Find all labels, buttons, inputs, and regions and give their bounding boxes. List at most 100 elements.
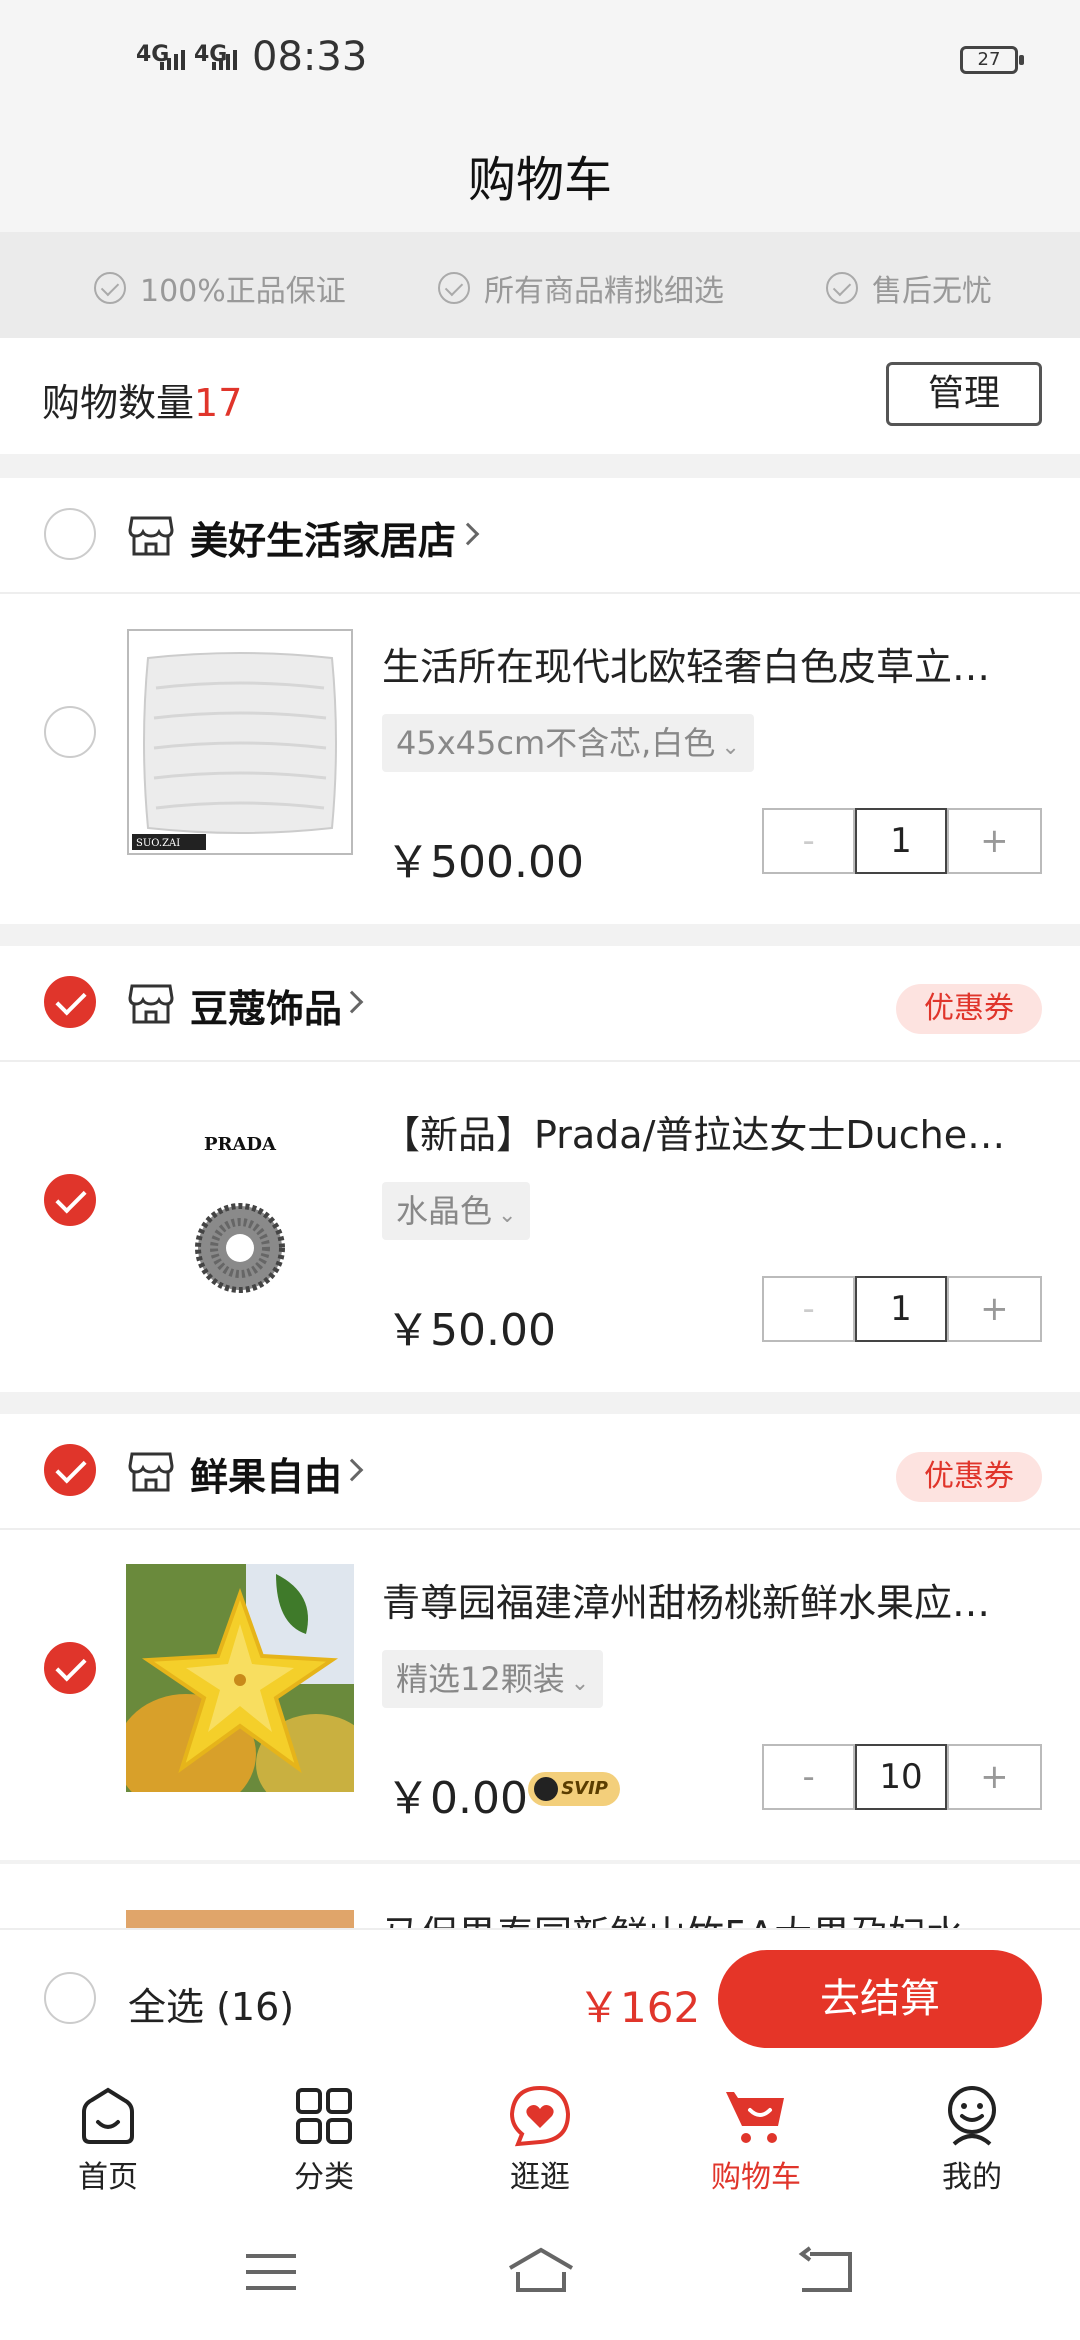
starfruit-image xyxy=(126,1564,354,1792)
guarantee-text: 所有商品精挑细选 xyxy=(484,274,724,309)
coupon-button[interactable]: 优惠券 xyxy=(896,984,1042,1034)
item-select-checkbox[interactable] xyxy=(44,1174,96,1226)
battery-icon: 27 xyxy=(960,46,1024,74)
store-select-checkbox[interactable] xyxy=(44,1444,96,1496)
total-price: ￥162 xyxy=(578,1983,701,2032)
decrease-button[interactable]: - xyxy=(764,810,856,872)
chevron-down-icon: ⌄ xyxy=(498,1203,517,1228)
guarantee-item: 售后无忧 xyxy=(826,266,992,310)
store-card: 鲜果自由 优惠券 青尊园福建漳州甜杨桃新鲜水果应… 精选12颗装 ⌄ ￥0.00 … xyxy=(0,1414,1080,1860)
scrunchie-image: PRADA xyxy=(126,1096,354,1324)
store-card: 美好生活家居店 SUO.ZAI 生活所在现代北欧轻奢白色皮草立… 45x45cm… xyxy=(0,478,1080,924)
store-header[interactable]: 豆蔻饰品 优惠券 xyxy=(0,946,1080,1062)
shop-icon xyxy=(128,984,174,1024)
check-circle-icon xyxy=(826,272,858,304)
tab-category[interactable]: 分类 xyxy=(254,2084,394,2196)
cart-item: SUO.ZAI 生活所在现代北欧轻奢白色皮草立… 45x45cm不含芯,白色 ⌄ … xyxy=(0,596,1080,888)
tab-label: 我的 xyxy=(942,2160,1002,2195)
quantity-input[interactable]: 10 xyxy=(855,1744,947,1810)
chevron-right-icon xyxy=(340,1458,364,1482)
checkout-bar: 全选 (16) ￥162 去结算 xyxy=(0,1928,1080,2066)
chevron-down-icon: ⌄ xyxy=(570,1671,590,1696)
product-title[interactable]: 生活所在现代北欧轻奢白色皮草立… xyxy=(382,636,1022,691)
cart-item-partial: 马保果泰园新鲜山竹5A大果孕妇水 xyxy=(0,1864,1080,1928)
bottom-tab-bar: 首页 分类 逛逛 购物车 我的 xyxy=(0,2066,1080,2216)
back-icon[interactable] xyxy=(796,2246,854,2296)
chevron-right-icon xyxy=(340,990,364,1014)
product-image[interactable] xyxy=(126,1564,354,1792)
cart-icon xyxy=(726,2092,784,2143)
brand-logo-text: PRADA xyxy=(204,1134,277,1155)
shop-icon xyxy=(128,1452,174,1492)
decrease-button[interactable]: - xyxy=(764,1278,856,1340)
store-name[interactable]: 豆蔻饰品 xyxy=(190,978,342,1033)
guarantee-text: 售后无忧 xyxy=(872,274,992,309)
increase-button[interactable]: + xyxy=(946,1746,1040,1808)
cart-count-bar: 购物数量17 管理 xyxy=(0,338,1080,454)
category-grid-icon xyxy=(296,2088,352,2144)
signal-bars-icon xyxy=(160,50,185,70)
item-select-checkbox[interactable] xyxy=(44,1642,96,1694)
product-spec: 水晶色 xyxy=(396,1192,493,1230)
product-image[interactable]: SUO.ZAI xyxy=(126,628,354,856)
store-name[interactable]: 鲜果自由 xyxy=(190,1446,342,1501)
product-title[interactable]: 【新品】Prada/普拉达女士Duche… xyxy=(382,1104,1022,1159)
quantity-stepper: - 1 + xyxy=(762,1276,1042,1342)
decrease-button[interactable]: - xyxy=(764,1746,856,1808)
select-all-checkbox[interactable] xyxy=(44,1972,96,2024)
tab-browse[interactable]: 逛逛 xyxy=(470,2084,610,2196)
product-price: ￥500.00 xyxy=(386,837,584,888)
product-title[interactable]: 马保果泰园新鲜山竹5A大果孕妇水 xyxy=(382,1904,964,1928)
home-nav-icon[interactable] xyxy=(506,2246,576,2296)
check-circle-icon xyxy=(438,272,470,304)
heart-chat-icon xyxy=(509,2085,571,2147)
tab-label: 逛逛 xyxy=(510,2160,570,2195)
manage-button[interactable]: 管理 xyxy=(886,362,1042,426)
menu-icon[interactable] xyxy=(244,2250,298,2294)
cart-count: 购物数量17 xyxy=(42,372,242,427)
product-image[interactable] xyxy=(126,1910,354,1928)
tab-profile[interactable]: 我的 xyxy=(902,2084,1042,2196)
coupon-button[interactable]: 优惠券 xyxy=(896,1452,1042,1502)
store-name[interactable]: 美好生活家居店 xyxy=(190,510,456,565)
product-spec-selector[interactable]: 45x45cm不含芯,白色 ⌄ xyxy=(382,714,754,772)
product-price: ￥50.00 xyxy=(386,1305,556,1356)
system-nav-bar xyxy=(0,2216,1080,2340)
cart-count-number: 17 xyxy=(194,381,243,425)
product-image[interactable]: PRADA xyxy=(126,1096,354,1324)
product-title[interactable]: 青尊园福建漳州甜杨桃新鲜水果应… xyxy=(382,1572,1022,1627)
tab-label: 分类 xyxy=(294,2160,354,2195)
pillow-brand: SUO.ZAI xyxy=(136,838,180,849)
cart-count-label: 购物数量 xyxy=(42,381,195,425)
product-price: ￥0.00 xyxy=(386,1773,528,1824)
quantity-stepper: - 10 + xyxy=(762,1744,1042,1810)
signal-bars-icon-2 xyxy=(212,50,237,70)
store-select-checkbox[interactable] xyxy=(44,976,96,1028)
guarantee-bar: 100%正品保证 所有商品精挑细选 售后无忧 xyxy=(0,232,1080,338)
select-all-label[interactable]: 全选 (16) xyxy=(128,1976,294,2031)
tab-label: 首页 xyxy=(78,2160,138,2195)
status-bar: 4G 4G 08:33 27 xyxy=(0,0,1080,120)
item-select-checkbox[interactable] xyxy=(44,706,96,758)
guarantee-item: 100%正品保证 xyxy=(94,266,346,310)
quantity-input[interactable]: 1 xyxy=(855,1276,947,1342)
store-header[interactable]: 鲜果自由 优惠券 xyxy=(0,1414,1080,1530)
store-card: 豆蔻饰品 优惠券 PRADA 【新品】Prada/普拉达女士Duche… 水晶色… xyxy=(0,946,1080,1392)
product-spec-selector[interactable]: 精选12颗装 ⌄ xyxy=(382,1650,604,1708)
check-circle-icon xyxy=(94,272,126,304)
store-select-checkbox[interactable] xyxy=(44,508,96,560)
store-header[interactable]: 美好生活家居店 xyxy=(0,478,1080,594)
shop-icon xyxy=(128,516,174,556)
tab-cart[interactable]: 购物车 xyxy=(686,2084,826,2196)
increase-button[interactable]: + xyxy=(946,810,1040,872)
chevron-right-icon xyxy=(456,522,480,546)
tab-label: 购物车 xyxy=(711,2160,801,2195)
checkout-button[interactable]: 去结算 xyxy=(718,1950,1042,2048)
quantity-input[interactable]: 1 xyxy=(855,808,947,874)
increase-button[interactable]: + xyxy=(946,1278,1040,1340)
product-spec-selector[interactable]: 水晶色 ⌄ xyxy=(382,1182,531,1240)
guarantee-text: 100%正品保证 xyxy=(140,274,346,309)
battery-level: 27 xyxy=(977,49,1001,70)
tab-home[interactable]: 首页 xyxy=(38,2084,178,2196)
guarantee-item: 所有商品精挑细选 xyxy=(438,266,724,310)
